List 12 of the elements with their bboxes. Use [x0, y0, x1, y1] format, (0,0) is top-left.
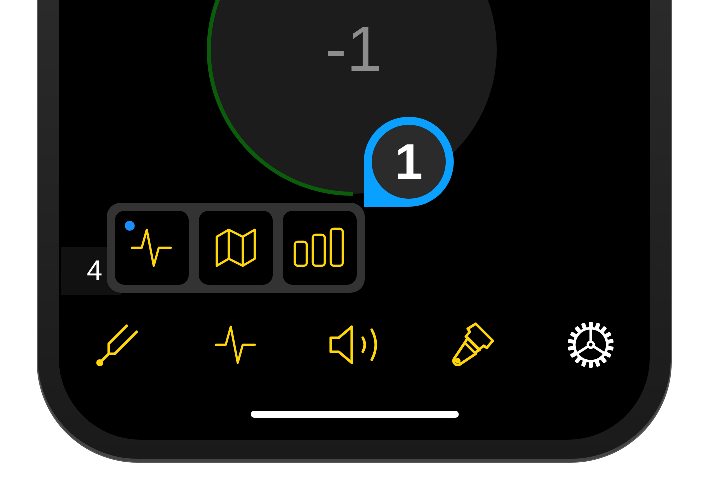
- map-icon: [214, 227, 258, 269]
- settings-icon: [568, 322, 614, 368]
- popup-item[interactable]: [115, 211, 189, 285]
- popup-item[interactable]: [283, 211, 357, 285]
- speaker-icon: [328, 324, 380, 366]
- popup-item[interactable]: [199, 211, 273, 285]
- tuner-reading: -1: [324, 14, 384, 84]
- pulse-icon: [130, 227, 174, 269]
- tuning-fork-icon: [95, 322, 142, 368]
- paint-brush-icon: [450, 321, 496, 369]
- bar-columns-icon: [293, 227, 347, 269]
- pulse-icon: [214, 324, 258, 366]
